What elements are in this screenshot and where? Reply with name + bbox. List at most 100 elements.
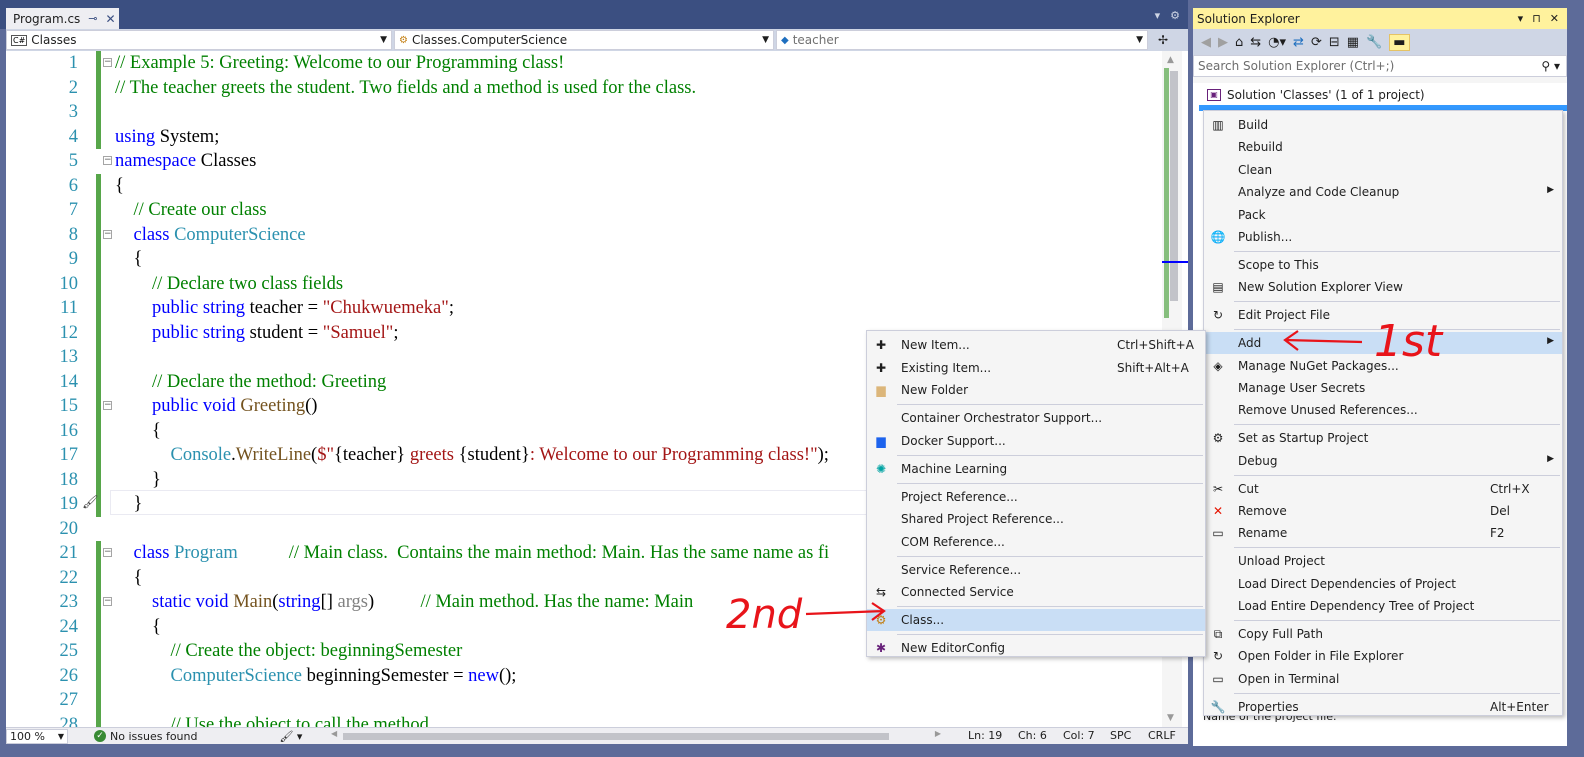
collapse-toggle-icon[interactable]: − — [103, 401, 112, 410]
collapse-toggle-icon[interactable]: − — [103, 58, 112, 67]
menu-item-cut[interactable]: ✂ Cut Ctrl+X — [1204, 478, 1562, 500]
scroll-up-icon[interactable]: ▲ — [1167, 55, 1174, 65]
menu-item-manage-nuget-packages[interactable]: ◈ Manage NuGet Packages... — [1204, 355, 1562, 377]
code-line[interactable]: 27 — [6, 688, 1166, 713]
menu-item-project-reference[interactable]: Project Reference... — [867, 486, 1205, 508]
menu-item-set-as-startup-project[interactable]: ⚙ Set as Startup Project — [1204, 427, 1562, 449]
forward-icon[interactable]: ▶ — [1218, 35, 1228, 50]
menu-item-existing-item[interactable]: ✚ Existing Item... Shift+Alt+A — [867, 357, 1205, 379]
show-all-files-icon[interactable]: ▦ — [1347, 35, 1359, 50]
menu-item-add[interactable]: Add ▶ — [1204, 332, 1562, 355]
code-line[interactable]: 9 { — [6, 247, 1166, 272]
code-line[interactable]: 7 // Create our class — [6, 198, 1166, 223]
horizontal-scrollbar[interactable]: ◀ ▶ — [331, 729, 941, 741]
menu-item-edit-project-file[interactable]: ↻ Edit Project File — [1204, 304, 1562, 326]
collapse-toggle-icon[interactable]: − — [103, 156, 112, 165]
menu-item-new-solution-explorer-view[interactable]: ▤ New Solution Explorer View — [1204, 276, 1562, 298]
menu-item-shared-project-reference[interactable]: Shared Project Reference... — [867, 508, 1205, 530]
menu-item-clean[interactable]: Clean — [1204, 159, 1562, 181]
menu-item-publish[interactable]: 🌐 Publish... — [1204, 226, 1562, 248]
collapse-toggle-icon[interactable]: − — [103, 597, 112, 606]
project-dropdown[interactable]: C# Classes ▼ — [6, 30, 392, 50]
code-line[interactable]: 1 −// Example 5: Greeting: Welcome to our… — [6, 51, 1166, 76]
menu-item-connected-service[interactable]: ⇆ Connected Service — [867, 581, 1205, 603]
menu-item-scope-to-this[interactable]: Scope to This — [1204, 254, 1562, 276]
scroll-left-icon[interactable]: ◀ — [331, 729, 337, 738]
pin-icon[interactable]: ⊸ — [88, 12, 97, 25]
menu-item-rename[interactable]: ▭ Rename F2 — [1204, 522, 1562, 544]
menu-item-service-reference[interactable]: Service Reference... — [867, 559, 1205, 581]
menu-item-container-orchestrator-support[interactable]: Container Orchestrator Support... — [867, 407, 1205, 429]
whitespace-indicator[interactable]: SPC — [1110, 729, 1131, 742]
tab-program-cs[interactable]: Program.cs ⊸ ✕ — [6, 8, 119, 29]
menu-item-properties[interactable]: 🔧 Properties Alt+Enter — [1204, 696, 1562, 718]
quick-actions-brush-icon[interactable]: 🖌 — [82, 495, 99, 510]
type-dropdown[interactable]: ⚙ Classes.ComputerScience ▼ — [394, 30, 774, 50]
pending-changes-filter-icon[interactable]: ◔▾ — [1268, 35, 1286, 50]
code-line[interactable]: 28 // Use the object to call the method — [6, 712, 1166, 727]
home-icon[interactable]: ⌂ — [1235, 35, 1243, 50]
menu-item-remove-unused-references[interactable]: Remove Unused References... — [1204, 399, 1562, 421]
issues-indicator[interactable]: ✓ No issues found — [94, 730, 197, 743]
collapse-all-icon[interactable]: ⊟ — [1329, 35, 1340, 50]
line-indicator[interactable]: Ln: 19 — [968, 729, 1002, 742]
menu-item-new-editorconfig[interactable]: ✱ New EditorConfig — [867, 637, 1205, 659]
menu-item-machine-learning[interactable]: ✺ Machine Learning — [867, 458, 1205, 480]
menu-item-pack[interactable]: Pack — [1204, 204, 1562, 226]
menu-item-com-reference[interactable]: COM Reference... — [867, 531, 1205, 553]
switch-views-icon[interactable]: ⇆ — [1250, 35, 1261, 50]
menu-item-unload-project[interactable]: Unload Project — [1204, 550, 1562, 572]
preview-selected-icon[interactable]: ▬ — [1389, 33, 1410, 51]
menu-item-new-item[interactable]: ✚ New Item... Ctrl+Shift+A — [867, 334, 1205, 356]
auto-hide-pin-icon[interactable]: ⊓ — [1532, 12, 1541, 25]
code-line[interactable]: 8 − class ComputerScience — [6, 222, 1166, 247]
menu-item-docker-support[interactable]: ▆ Docker Support... — [867, 430, 1205, 452]
menu-item-copy-full-path[interactable]: ⧉ Copy Full Path — [1204, 623, 1562, 645]
solution-explorer-search[interactable]: Search Solution Explorer (Ctrl+;) ⚲ ▾ — [1193, 55, 1567, 77]
menu-item-load-direct-dependencies-of-project[interactable]: Load Direct Dependencies of Project — [1204, 573, 1562, 595]
tab-settings-icon[interactable]: ⚙ — [1170, 9, 1180, 22]
code-line[interactable]: 3 — [6, 100, 1166, 125]
column-indicator[interactable]: Col: 7 — [1063, 729, 1095, 742]
close-panel-icon[interactable]: ✕ — [1550, 12, 1559, 25]
menu-item-analyze-and-code-cleanup[interactable]: Analyze and Code Cleanup ▶ — [1204, 181, 1562, 203]
refresh-icon[interactable]: ⟳ — [1311, 35, 1322, 50]
char-indicator[interactable]: Ch: 6 — [1018, 729, 1047, 742]
search-icon[interactable]: ⚲ ▾ — [1541, 59, 1560, 73]
scroll-down-icon[interactable]: ▼ — [1167, 713, 1174, 723]
menu-item-rebuild[interactable]: Rebuild — [1204, 136, 1562, 158]
menu-item-load-entire-dependency-tree-of-project[interactable]: Load Entire Dependency Tree of Project — [1204, 595, 1562, 617]
tree-item-solution[interactable]: ▣ Solution 'Classes' (1 of 1 project) — [1207, 88, 1425, 102]
menu-item-debug[interactable]: Debug ▶ — [1204, 450, 1562, 472]
menu-item-new-folder[interactable]: ▆ New Folder — [867, 379, 1205, 401]
menu-item-manage-user-secrets[interactable]: Manage User Secrets — [1204, 377, 1562, 399]
menu-item-build[interactable]: ▥ Build — [1204, 114, 1562, 136]
menu-item-open-in-terminal[interactable]: ▭ Open in Terminal — [1204, 668, 1562, 690]
scroll-right-icon[interactable]: ▶ — [935, 729, 941, 738]
code-line[interactable]: 4 using System; — [6, 124, 1166, 149]
menu-item-remove[interactable]: ✕ Remove Del — [1204, 500, 1562, 522]
zoom-dropdown[interactable]: 100 % ▼ — [6, 728, 68, 744]
scrollbar-thumb[interactable] — [1170, 71, 1178, 301]
member-dropdown[interactable]: ◆ teacher ▼ — [776, 30, 1148, 50]
code-line[interactable]: 26 ComputerScience beginningSemester = n… — [6, 663, 1166, 688]
code-line[interactable]: 6{ — [6, 173, 1166, 198]
window-position-icon[interactable]: ▾ — [1518, 12, 1524, 25]
code-cleanup-icon[interactable]: 🖌 ▾ — [279, 730, 302, 743]
close-tab-icon[interactable]: ✕ — [106, 12, 116, 26]
line-ending-indicator[interactable]: CRLF — [1148, 729, 1176, 742]
sync-icon[interactable]: ⇄ — [1293, 35, 1304, 50]
menu-item-class[interactable]: ⚙ Class... — [867, 609, 1205, 631]
properties-wrench-icon[interactable]: 🔧 — [1366, 35, 1382, 50]
menu-item-open-folder-in-file-explorer[interactable]: ↻ Open Folder in File Explorer — [1204, 645, 1562, 667]
split-window-icon[interactable]: ✢ — [1148, 29, 1178, 51]
collapse-toggle-icon[interactable]: − — [103, 548, 112, 557]
horizontal-scroll-thumb[interactable] — [343, 733, 889, 740]
code-line[interactable]: 11 public string teacher = "Chukwuemeka"… — [6, 296, 1166, 321]
code-line[interactable]: 10 // Declare two class fields — [6, 271, 1166, 296]
back-icon[interactable]: ◀ — [1201, 35, 1211, 50]
code-line[interactable]: 5 − namespace Classes — [6, 149, 1166, 174]
tab-overflow-icon[interactable]: ▾ — [1155, 9, 1161, 22]
collapse-toggle-icon[interactable]: − — [103, 229, 112, 239]
code-line[interactable]: 2 // The teacher greets the student. Two … — [6, 75, 1166, 100]
